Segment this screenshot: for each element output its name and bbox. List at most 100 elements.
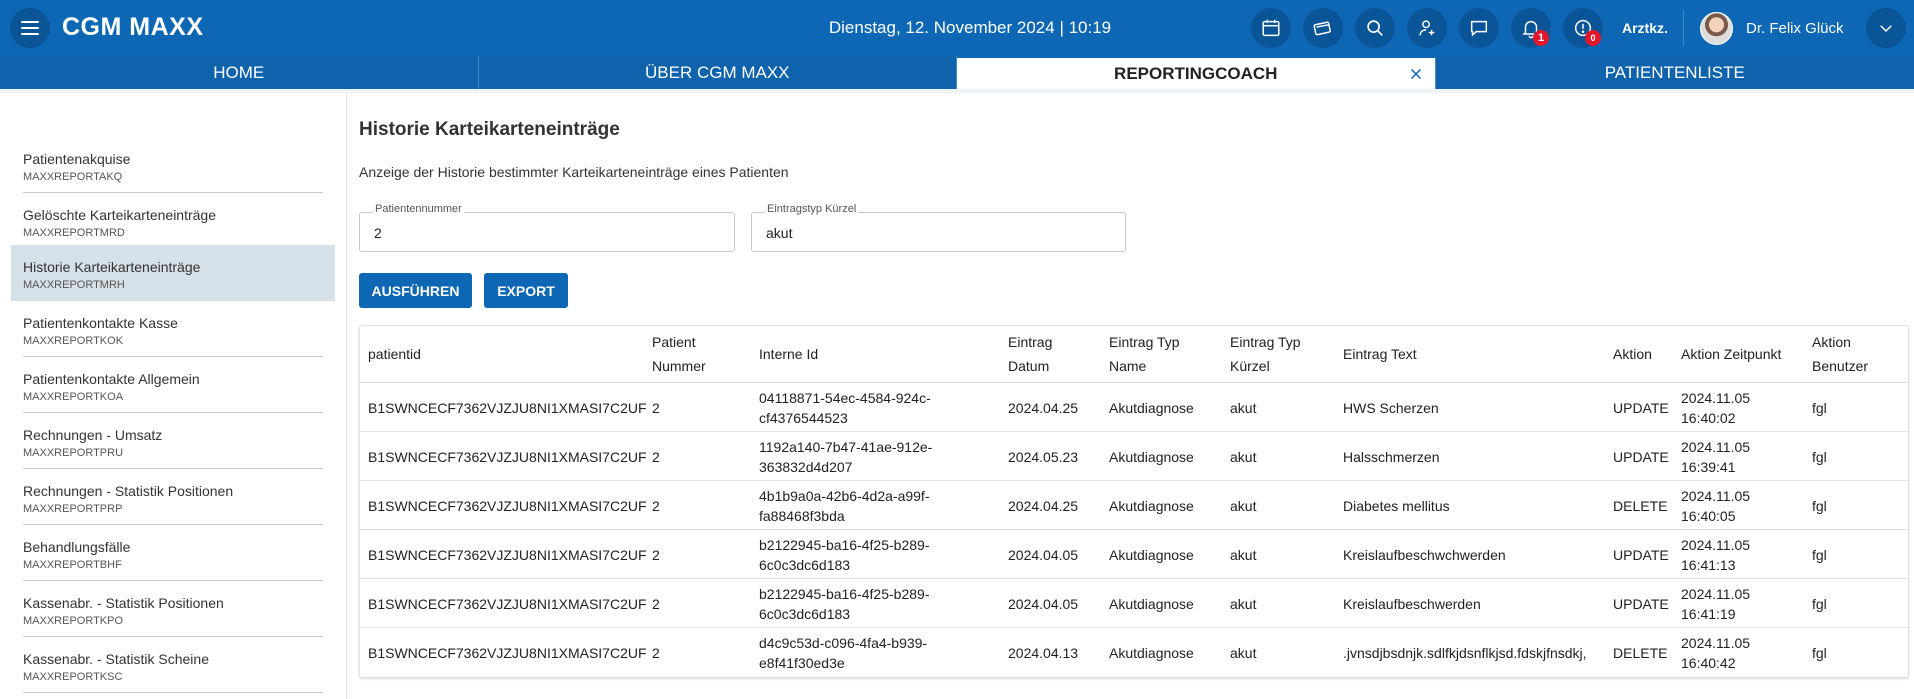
cell-interne-id: 1192a140-7b47-41ae-912e- 363832d4d207	[759, 438, 933, 475]
cell-interne-id: b2122945-ba16-4f25-b289- 6c0c3dc6d183	[759, 536, 930, 573]
sidebar-item-title: Kassenabr. - Statistik Scheine	[23, 651, 209, 667]
cell-zeitpunkt: 2024.11.05 16:40:02	[1681, 389, 1751, 426]
add-person-button[interactable]	[1407, 8, 1447, 48]
entry-type-field[interactable]: Eintragstyp Kürzel akut	[751, 203, 1126, 252]
col-header-eintrag-text[interactable]: Eintrag Text	[1343, 330, 1417, 378]
notifications-button[interactable]: 1	[1511, 8, 1551, 48]
col-header-interne-id[interactable]: Interne Id	[759, 330, 818, 378]
cell-zeitpunkt: 2024.11.05 16:40:42	[1681, 634, 1751, 671]
cell-aktion: DELETE	[1613, 497, 1668, 514]
sidebar-item-code: MAXXREPORTAKQ	[23, 171, 123, 183]
sidebar-item-patientenakquise[interactable]: Patientenakquise MAXXREPORTAKQ	[11, 137, 335, 193]
tab-reportingcoach[interactable]: REPORTINGCOACH	[957, 56, 1436, 89]
col-header-eintrag-datum[interactable]: Eintrag Datum	[1008, 330, 1052, 378]
cell-aktion: UPDATE	[1613, 546, 1669, 563]
tab-ueber-cgm-maxx[interactable]: ÜBER CGM MAXX	[478, 56, 957, 89]
table-row[interactable]: B1SWNCECF7362VJZJU8NI1XMASI7C2UF 2 b2122…	[360, 530, 1908, 579]
cell-kuerzel: akut	[1230, 644, 1257, 661]
cell-aktion: UPDATE	[1613, 448, 1669, 465]
sidebar-item-geloeschte-eintraege[interactable]: Gelöschte Karteikarteneinträge MAXXREPOR…	[11, 193, 335, 249]
col-header-aktion-benutzer[interactable]: Aktion Benutzer	[1812, 330, 1868, 378]
search-button[interactable]	[1355, 8, 1395, 48]
cell-kuerzel: akut	[1230, 448, 1257, 465]
tab-label: ÜBER CGM MAXX	[644, 62, 790, 82]
table-row[interactable]: B1SWNCECF7362VJZJU8NI1XMASI7C2UF 2 4b1b9…	[360, 481, 1908, 530]
col-header-typ-name[interactable]: Eintrag Typ Name	[1109, 330, 1180, 378]
sidebar-item-code: MAXXREPORTKPO	[23, 615, 124, 627]
sidebar-item-behandlungsfaelle[interactable]: Behandlungsfälle MAXXREPORTBHF	[11, 525, 335, 581]
cell-typ-name: Akutdiagnose	[1109, 399, 1194, 416]
cell-datum: 2024.05.23	[1008, 448, 1079, 465]
cell-benutzer: fgl	[1812, 448, 1827, 465]
sidebar-item-title: Patientenkontakte Allgemein	[23, 371, 200, 387]
col-header-patient-nummer[interactable]: Patient Nummer	[652, 330, 706, 378]
sidebar-item-kassenabr-scheine[interactable]: Kassenabr. - Statistik Scheine MAXXREPOR…	[11, 637, 335, 693]
entry-type-input[interactable]: akut	[766, 225, 792, 241]
cell-kuerzel: akut	[1230, 399, 1257, 416]
tab-home[interactable]: HOME	[0, 56, 479, 89]
cell-interne-id: b2122945-ba16-4f25-b289- 6c0c3dc6d183	[759, 585, 930, 622]
cell-nummer: 2	[652, 644, 660, 661]
sidebar-item-kassenabr-positionen[interactable]: Kassenabr. - Statistik Positionen MAXXRE…	[11, 581, 335, 637]
cell-text: HWS Scherzen	[1343, 399, 1439, 416]
sidebar-item-title: Behandlungsfälle	[23, 539, 131, 555]
patient-number-label: Patientennummer	[373, 203, 464, 215]
cell-datum: 2024.04.13	[1008, 644, 1079, 661]
user-avatar[interactable]	[1700, 12, 1733, 45]
info-badge: 0	[1585, 30, 1601, 46]
cell-interne-id: d4c9c53d-c096-4fa4-b939- e8f41f30ed3e	[759, 634, 928, 671]
cell-benutzer: fgl	[1812, 497, 1827, 514]
sidebar-item-title: Rechnungen - Umsatz	[23, 427, 163, 443]
card-icon	[1313, 21, 1331, 36]
col-header-aktion[interactable]: Aktion	[1613, 330, 1652, 378]
calendar-icon	[1262, 19, 1280, 37]
cell-patientid: B1SWNCECF7362VJZJU8NI1XMASI7C2UF	[368, 546, 647, 563]
tab-patientenliste[interactable]: PATIENTENLISTE	[1435, 56, 1914, 89]
sidebar-item-kontakte-kasse[interactable]: Patientenkontakte Kasse MAXXREPORTKOK	[11, 301, 335, 357]
col-header-patientid[interactable]: patientid	[368, 330, 421, 378]
sidebar-item-kontakte-allgemein[interactable]: Patientenkontakte Allgemein MAXXREPORTKO…	[11, 357, 335, 413]
table-row[interactable]: B1SWNCECF7362VJZJU8NI1XMASI7C2UF 2 04118…	[360, 383, 1908, 432]
chat-icon	[1470, 20, 1488, 37]
sidebar-item-rechnungen-statistik[interactable]: Rechnungen - Statistik Positionen MAXXRE…	[11, 469, 335, 525]
info-button[interactable]: 0	[1563, 8, 1603, 48]
run-button[interactable]: AUSFÜHREN	[359, 273, 472, 308]
notification-badge: 1	[1533, 30, 1549, 46]
cell-typ-name: Akutdiagnose	[1109, 644, 1194, 661]
sidebar-item-rechnungen-umsatz[interactable]: Rechnungen - Umsatz MAXXREPORTPRU	[11, 413, 335, 469]
calendar-button[interactable]	[1251, 8, 1291, 48]
tab-bar: HOME ÜBER CGM MAXX REPORTINGCOACH PATIEN…	[0, 56, 1914, 89]
sidebar-item-title: Rechnungen - Statistik Positionen	[23, 483, 234, 499]
sidebar-item-code: MAXXREPORTMRH	[23, 279, 125, 291]
sidebar-item-title: Patientenkontakte Kasse	[23, 315, 178, 331]
patient-number-field[interactable]: Patientennummer 2	[359, 203, 735, 252]
cell-datum: 2024.04.25	[1008, 399, 1079, 416]
col-header-aktion-zeitpunkt[interactable]: Aktion Zeitpunkt	[1681, 330, 1781, 378]
menu-button[interactable]	[10, 8, 50, 48]
col-header-typ-kuerzel[interactable]: Eintrag Typ Kürzel	[1230, 330, 1301, 378]
cell-typ-name: Akutdiagnose	[1109, 595, 1194, 612]
table-row[interactable]: B1SWNCECF7362VJZJU8NI1XMASI7C2UF 2 1192a…	[360, 432, 1908, 481]
card-reader-button[interactable]	[1303, 8, 1343, 48]
patient-number-input[interactable]: 2	[374, 225, 382, 241]
export-button[interactable]: EXPORT	[484, 273, 568, 308]
current-datetime: Dienstag, 12. November 2024 | 10:19	[828, 18, 1112, 37]
cell-patientid: B1SWNCECF7362VJZJU8NI1XMASI7C2UF	[368, 497, 647, 514]
tab-label: PATIENTENLISTE	[1604, 62, 1745, 82]
cell-text: Kreislaufbeschwerden	[1343, 595, 1481, 612]
sidebar-item-title: Historie Karteikarteneinträge	[23, 259, 201, 275]
sidebar-item-code: MAXXREPORTBHF	[23, 559, 122, 571]
cell-zeitpunkt: 2024.11.05 16:39:41	[1681, 438, 1751, 475]
sidebar-item-historie-eintraege[interactable]: Historie Karteikarteneinträge MAXXREPORT…	[11, 245, 335, 301]
user-menu-button[interactable]	[1866, 8, 1906, 48]
report-sidebar: Patientenakquise MAXXREPORTAKQ Gelöschte…	[0, 93, 347, 699]
sidebar-item-code: MAXXREPORTPRU	[23, 447, 124, 459]
cell-zeitpunkt: 2024.11.05 16:40:05	[1681, 487, 1751, 524]
table-row[interactable]: B1SWNCECF7362VJZJU8NI1XMASI7C2UF 2 d4c9c…	[360, 628, 1908, 677]
chat-button[interactable]	[1459, 8, 1499, 48]
close-icon[interactable]	[1407, 65, 1425, 83]
table-row[interactable]: B1SWNCECF7362VJZJU8NI1XMASI7C2UF 2 b2122…	[360, 579, 1908, 628]
user-name[interactable]: Dr. Felix Glück	[1746, 20, 1844, 37]
sidebar-item-code: MAXXREPORTKOK	[23, 335, 124, 347]
arztkz-label[interactable]: Arztkz.	[1622, 20, 1668, 36]
